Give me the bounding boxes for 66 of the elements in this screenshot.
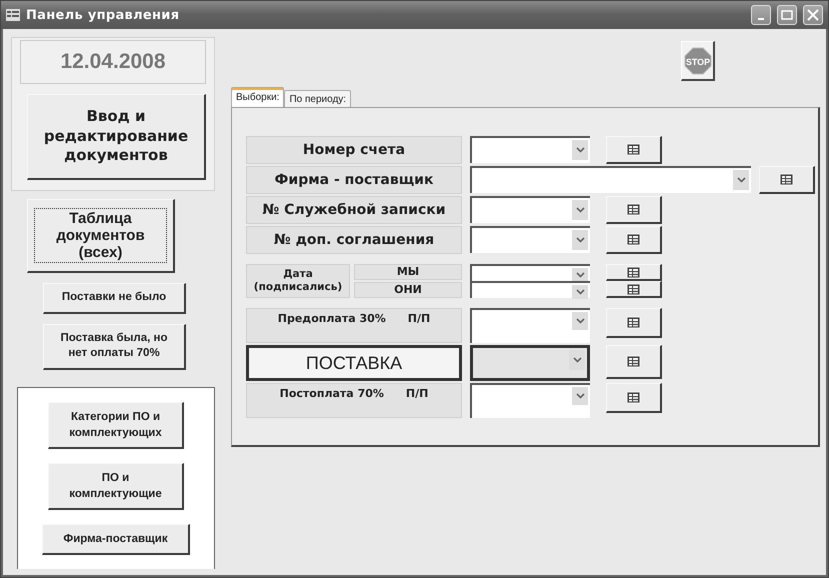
- combo-box[interactable]: [470, 166, 751, 193]
- combo-box[interactable]: [470, 281, 590, 298]
- form-icon: [627, 284, 640, 294]
- combo-box[interactable]: [470, 264, 590, 281]
- chevron-icon: [572, 357, 582, 363]
- field-label: ОНИ: [354, 282, 462, 298]
- form-icon: [627, 317, 640, 328]
- close-icon: [807, 9, 819, 21]
- chevron-icon: [736, 177, 746, 183]
- field-suffix: П/П: [406, 387, 428, 400]
- minimize-icon: [758, 18, 764, 20]
- chevron-icon: [576, 318, 584, 324]
- minimize-button[interactable]: [751, 5, 771, 25]
- field-label: Фирма - поставщик: [246, 166, 462, 194]
- maximize-button[interactable]: [777, 5, 797, 25]
- report-button[interactable]: Таблица документов (всех): [27, 199, 175, 273]
- window-title: Панель управления: [26, 8, 180, 22]
- form-icon: [627, 356, 640, 367]
- field-label: Постоплата 70%: [280, 387, 384, 400]
- form-icon: [627, 144, 640, 155]
- reference-button[interactable]: Фирма-поставщик: [42, 524, 190, 556]
- open-form-button[interactable]: [606, 281, 662, 298]
- open-form-button[interactable]: [606, 226, 662, 254]
- field-label: МЫ: [354, 264, 462, 280]
- combo-box[interactable]: [470, 383, 590, 418]
- combo-box[interactable]: [470, 136, 590, 163]
- chevron-icon: [576, 393, 584, 399]
- field-label: ПОСТАВКА: [246, 345, 462, 381]
- field-label: № доп. соглашения: [246, 226, 462, 254]
- edit-documents-button[interactable]: Ввод и редактирование документов: [27, 94, 206, 180]
- combo-box[interactable]: [470, 308, 590, 343]
- window-icon: [6, 9, 20, 21]
- form-icon: [627, 234, 640, 245]
- open-form-button[interactable]: [606, 196, 662, 224]
- open-form-button[interactable]: [606, 383, 662, 413]
- chevron-icon: [576, 207, 584, 213]
- reference-button[interactable]: ПО и комплектующие: [48, 463, 184, 510]
- open-form-button[interactable]: [606, 136, 662, 164]
- reference-button[interactable]: Категории ПО и комплектующих: [48, 402, 184, 450]
- combo-box[interactable]: [470, 345, 590, 381]
- open-form-button[interactable]: [759, 166, 815, 194]
- field-label: № Служебной записки: [246, 196, 462, 224]
- combo-box[interactable]: [470, 196, 590, 223]
- field-label: Дата (подписались): [246, 264, 350, 298]
- chevron-icon: [576, 147, 584, 153]
- form-icon: [780, 174, 793, 185]
- field-suffix: П/П: [408, 312, 430, 325]
- tab[interactable]: Выборки:: [231, 87, 284, 107]
- open-form-button[interactable]: [606, 264, 662, 281]
- chevron-icon: [576, 237, 584, 243]
- chevron-icon: [576, 289, 584, 295]
- date-display: 12.04.2008: [20, 40, 206, 84]
- report-button[interactable]: Поставки не было: [43, 283, 186, 314]
- report-button[interactable]: Поставка была, но нет оплаты 70%: [43, 324, 186, 370]
- field-label: Предоплата 30%: [278, 312, 386, 325]
- close-button[interactable]: [803, 5, 823, 25]
- form-icon: [627, 266, 640, 278]
- maximize-icon: [781, 10, 793, 20]
- open-form-button[interactable]: [606, 345, 662, 379]
- form-icon: [627, 392, 640, 403]
- tab[interactable]: По периоду:: [284, 90, 352, 107]
- combo-box[interactable]: [470, 226, 590, 253]
- open-form-button[interactable]: [606, 308, 662, 338]
- chevron-icon: [576, 272, 584, 278]
- form-icon: [627, 204, 640, 215]
- field-label: Номер счета: [246, 136, 462, 164]
